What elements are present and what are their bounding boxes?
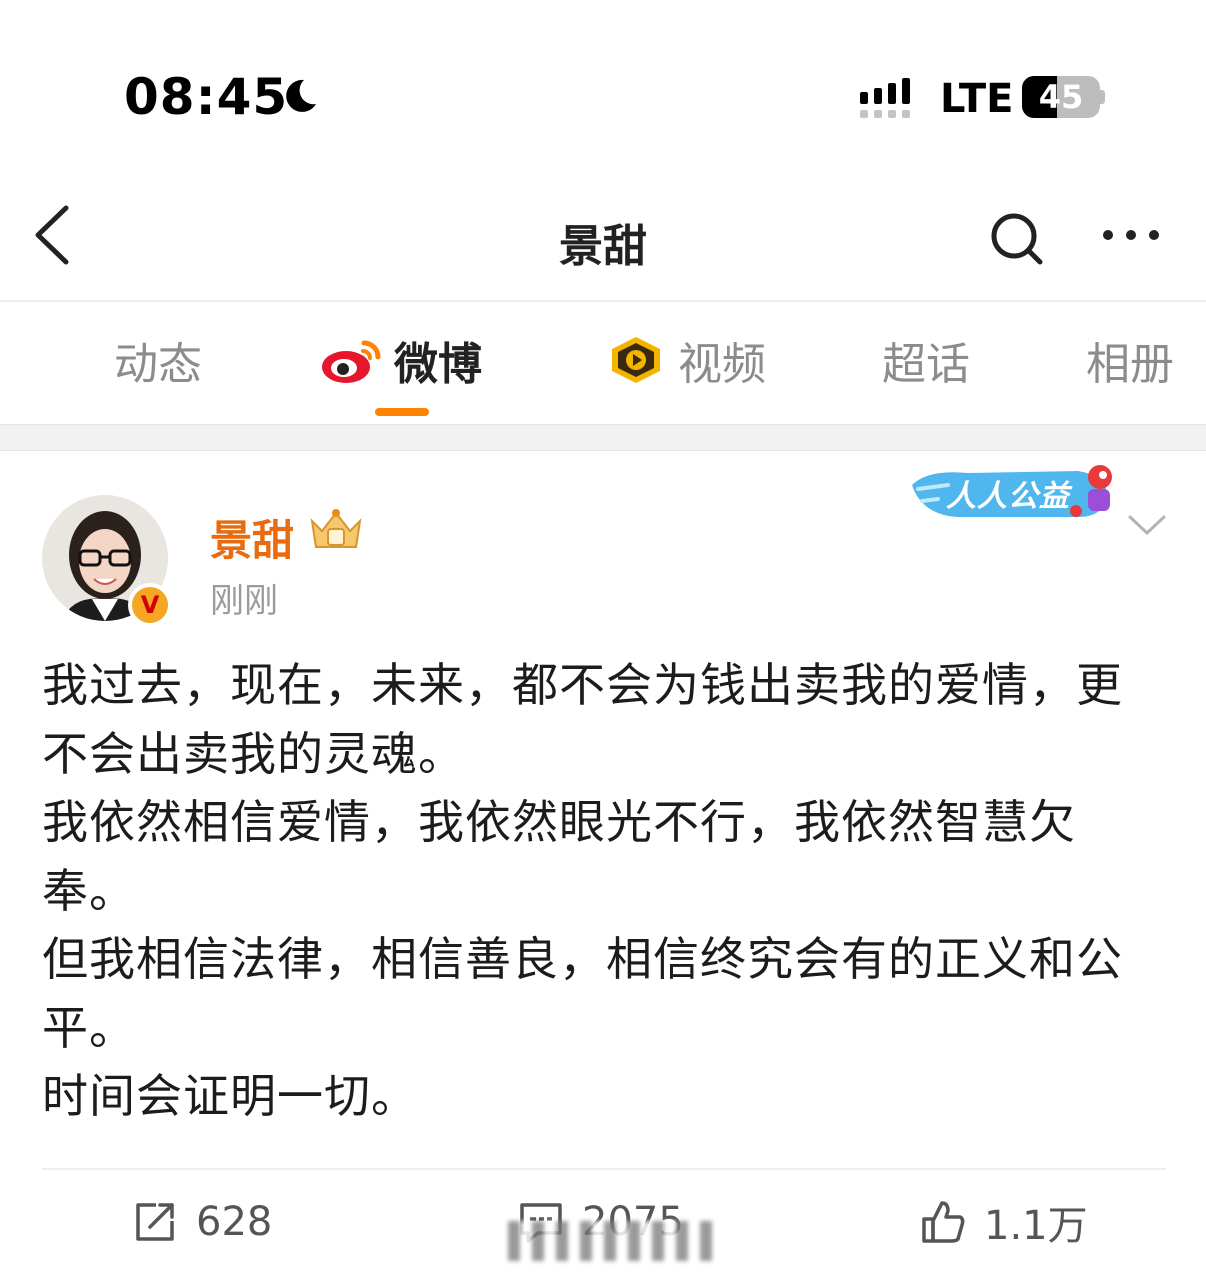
post-paragraph: 时间会证明一切。 <box>42 1069 418 1123</box>
battery-nub <box>1100 90 1105 104</box>
thumbs-up-icon <box>922 1201 965 1243</box>
signal-icon <box>860 78 910 118</box>
post-text: 我过去，现在，未来，都不会为钱出卖我的爱情，更不会出卖我的灵魂。 我依然相信爱情… <box>42 651 1162 1131</box>
section-separator <box>0 424 1206 451</box>
status-time: 08:45 <box>124 68 289 126</box>
tab-video[interactable]: 视频 <box>604 330 766 390</box>
search-icon[interactable] <box>988 210 1044 266</box>
moon-icon <box>286 79 316 112</box>
network-type: LTE <box>940 76 1014 122</box>
repost-button[interactable]: 628 <box>132 1197 272 1247</box>
post-actions: 628 2075 1.1万 <box>0 1171 1206 1271</box>
battery-level: 45 <box>1038 78 1084 116</box>
tab-label: 相册 <box>1086 339 1174 390</box>
charity-badge-label: 人人公益 <box>946 479 1070 514</box>
tab-label: 视频 <box>678 339 766 390</box>
profile-tabs: 动态 微博 视频 超话 相册 <box>0 302 1206 424</box>
tab-label: 动态 <box>114 339 202 390</box>
tab-super-topic[interactable]: 超话 <box>882 330 970 390</box>
repost-icon <box>136 1203 174 1241</box>
status-bar: 08:45 LTE 45 <box>0 0 1206 170</box>
like-button[interactable]: 1.1万 <box>920 1197 1088 1249</box>
repost-count: 628 <box>196 1199 273 1245</box>
tab-dynamic[interactable]: 动态 <box>114 330 202 390</box>
tab-label: 微博 <box>394 339 482 390</box>
post-card: V 景甜 刚刚 人人公益 我过去，现在，未来，都不会为钱出卖我的爱情，更不会出卖… <box>0 451 1206 1285</box>
post-paragraph: 我过去，现在，未来，都不会为钱出卖我的爱情，更不会出卖我的灵魂。 <box>42 658 1123 781</box>
chevron-down-icon[interactable] <box>1124 509 1170 539</box>
post-time: 刚刚 <box>210 581 278 621</box>
post-paragraph: 我依然相信爱情，我依然眼光不行，我依然智慧欠奉。 <box>42 795 1076 918</box>
more-icon[interactable] <box>1100 220 1162 250</box>
charity-badge[interactable]: 人人公益 <box>908 455 1124 529</box>
author-name[interactable]: 景甜 <box>210 507 294 568</box>
post-paragraph: 但我相信法律，相信善良，相信终究会有的正义和公平。 <box>42 932 1123 1055</box>
weibo-logo-icon <box>322 340 381 383</box>
battery-icon: 45 <box>1022 76 1100 118</box>
tab-label: 超话 <box>882 339 970 390</box>
nav-bar: 景甜 <box>0 170 1206 300</box>
divider <box>42 1168 1166 1170</box>
like-count: 1.1万 <box>984 1203 1088 1249</box>
tab-weibo[interactable]: 微博 <box>320 330 482 390</box>
video-play-icon <box>612 337 660 383</box>
tab-album[interactable]: 相册 <box>1086 330 1174 390</box>
active-tab-indicator <box>375 408 429 416</box>
verified-badge: V <box>128 583 172 627</box>
blurred-overlay <box>508 1221 718 1261</box>
crown-icon <box>310 509 362 548</box>
